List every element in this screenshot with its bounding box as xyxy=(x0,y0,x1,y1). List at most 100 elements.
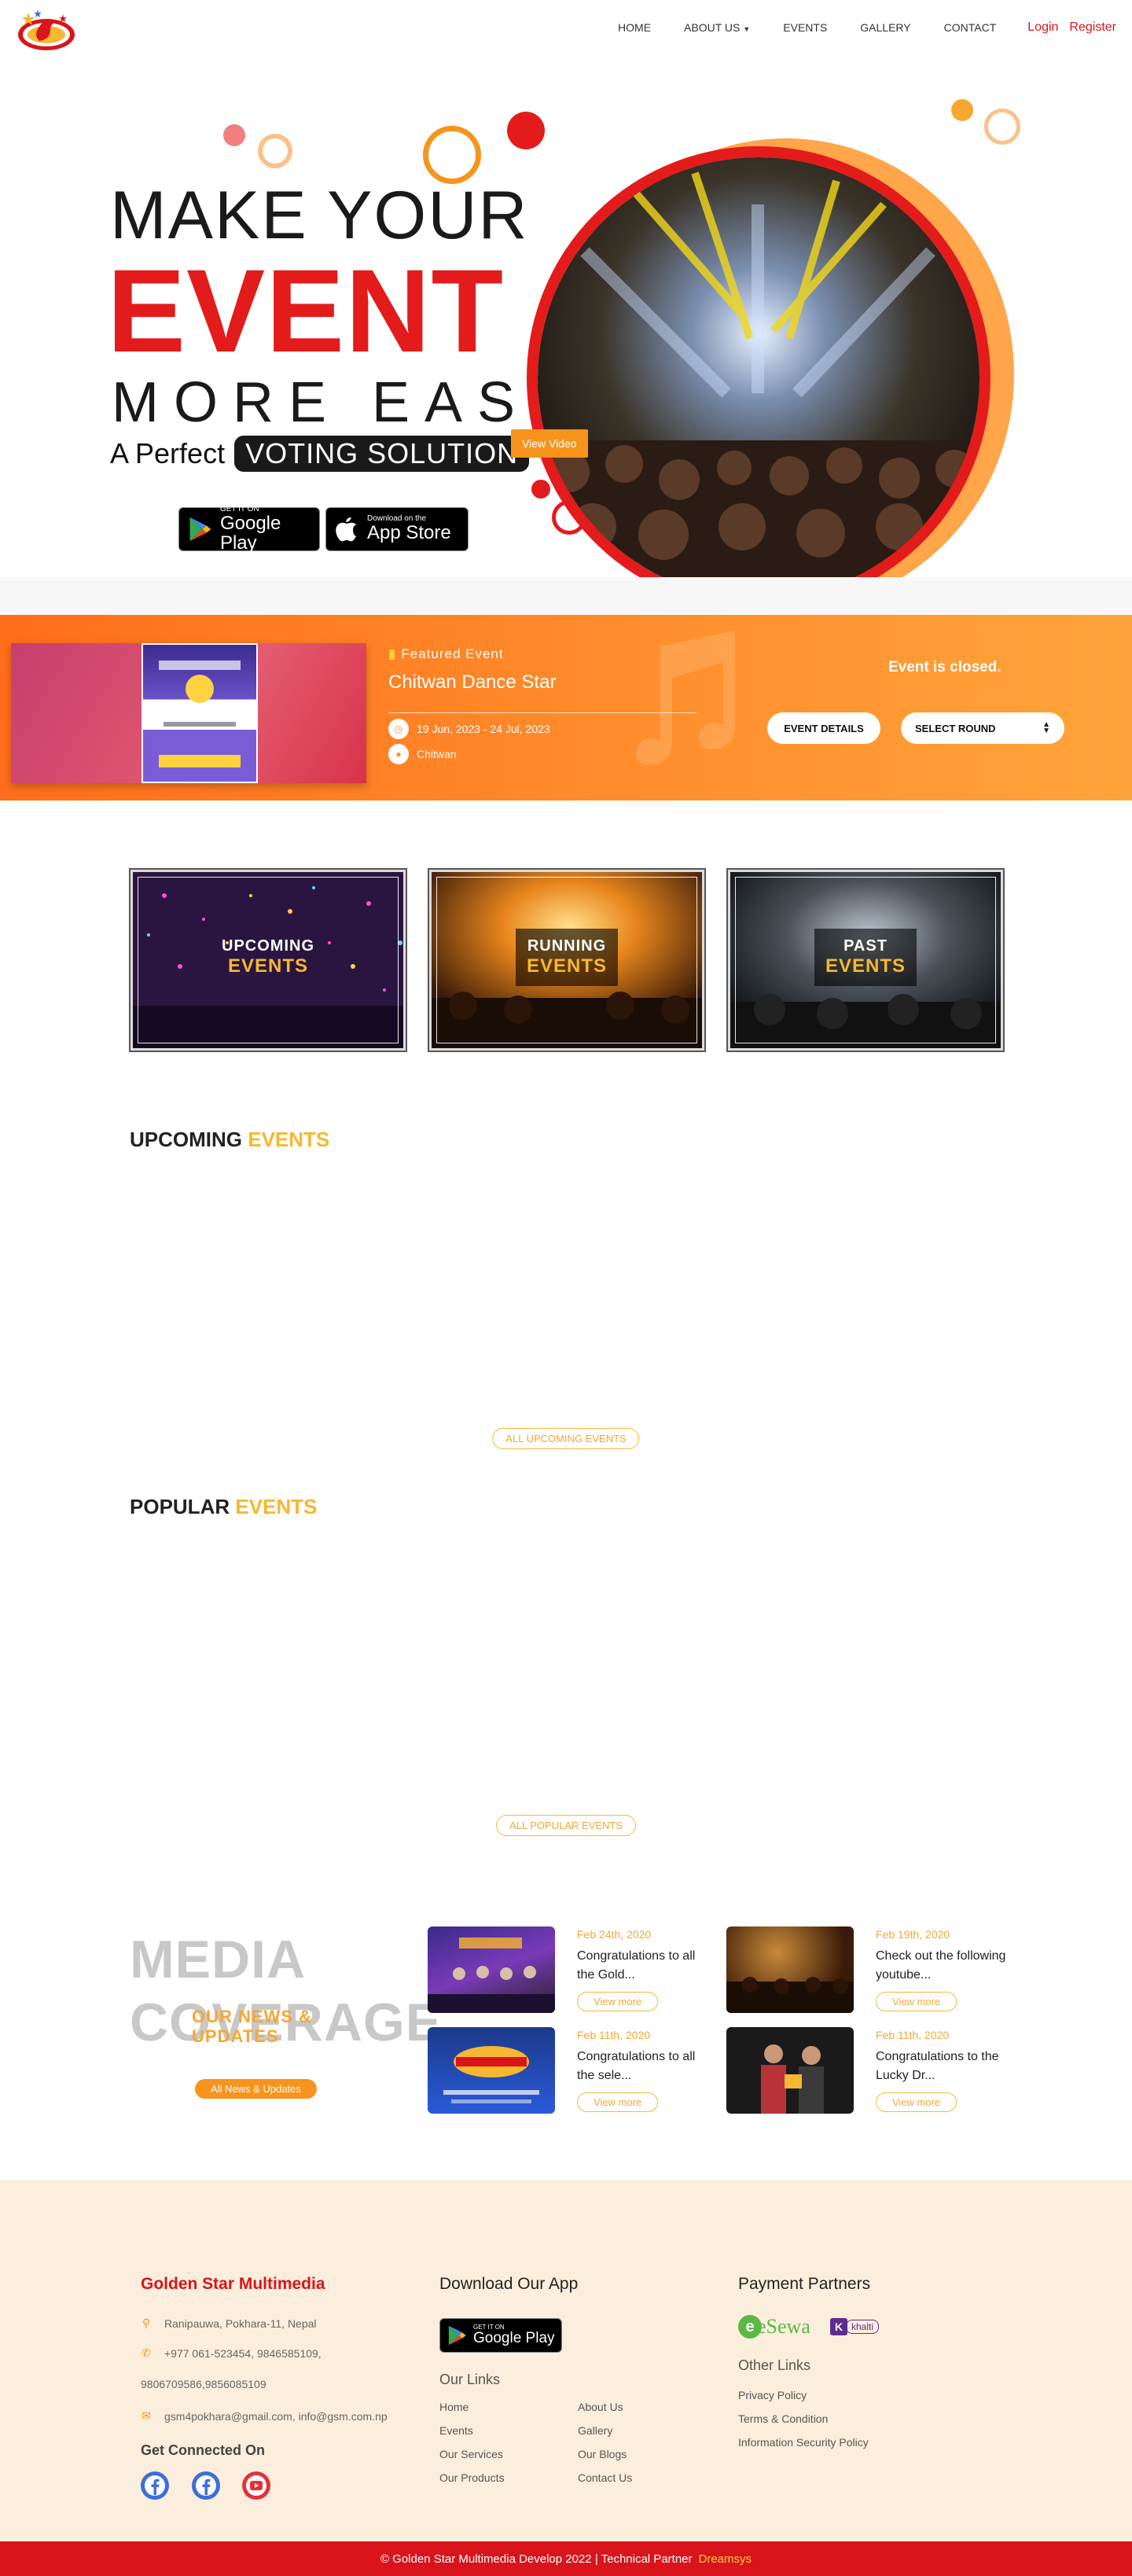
select-round-dropdown[interactable]: SELECT ROUND ▲ ▼ xyxy=(901,712,1064,744)
news-thumbnail[interactable] xyxy=(428,2027,555,2114)
news-thumbnail[interactable] xyxy=(726,2027,854,2114)
footer-google-play-button[interactable]: GET IT ON Google Play xyxy=(439,2318,562,2353)
footer-email-text[interactable]: gsm4pokhara@gmail.com, info@gsm.com.np xyxy=(164,2410,388,2423)
privacy-policy-link[interactable]: Privacy Policy xyxy=(738,2389,807,2401)
hero-voting-badge: VOTING SOLUTION xyxy=(234,436,530,472)
popular-title-a: POPULAR xyxy=(130,1495,230,1518)
decor-ring xyxy=(258,134,292,168)
card-line-2: EVENTS xyxy=(825,955,906,977)
hero-line-1: MAKE YOUR xyxy=(110,178,529,253)
footer-phone: ✆ +977 061-523454, 9846585109, xyxy=(141,2346,322,2360)
footer-company-name: Golden Star Multimedia xyxy=(141,2275,325,2293)
news-summary: Congratulations to all the Gold... xyxy=(577,1949,696,1982)
footer-phone-line-2: 9806709586,9856085109 xyxy=(141,2378,266,2390)
footer-link-gallery[interactable]: Gallery xyxy=(578,2424,612,2437)
view-more-button[interactable]: View more xyxy=(577,1992,659,2011)
all-upcoming-events-button[interactable]: ALL UPCOMING EVENTS xyxy=(492,1428,640,1449)
nav-about-us[interactable]: ABOUT US ▼ xyxy=(684,21,750,34)
phone-icon: ✆ xyxy=(142,2346,151,2359)
nav-home[interactable]: HOME xyxy=(618,21,651,34)
featured-event-banner: ▮ Featured Event Chitwan Dance Star ◷ 19 … xyxy=(0,615,1132,800)
youtube-glyph xyxy=(243,2472,270,2499)
google-play-icon xyxy=(448,2325,466,2346)
footer-link-contact[interactable]: Contact Us xyxy=(578,2471,632,2484)
login-link[interactable]: Login xyxy=(1027,20,1058,35)
news-heading-line-1: OUR NEWS & xyxy=(192,2007,312,2026)
security-policy-link[interactable]: Information Security Policy xyxy=(738,2436,869,2449)
news-thumbnail[interactable] xyxy=(428,1926,555,2013)
view-more-button[interactable]: View more xyxy=(876,2092,957,2112)
footer-phone-line-1: +977 061-523454, 9846585109, xyxy=(164,2346,322,2360)
footer-link-home[interactable]: Home xyxy=(439,2401,469,2413)
hero-tagline: A Perfect VOTING SOLUTION xyxy=(110,436,530,472)
hero-bottom-band xyxy=(0,577,1132,615)
past-card-label: PAST EVENTS xyxy=(814,929,917,986)
nav-gallery[interactable]: GALLERY xyxy=(860,21,910,34)
location-pin-icon: ● xyxy=(388,744,409,764)
khalti-wordmark: khalti xyxy=(846,2320,880,2334)
all-popular-events-button[interactable]: ALL POPULAR EVENTS xyxy=(495,1815,637,1836)
google-play-text: GET IT ON Google Play xyxy=(219,505,311,554)
news-date: Feb 11th, 2020 xyxy=(577,2029,651,2041)
nav-contact[interactable]: CONTACT xyxy=(944,21,997,34)
past-events-card[interactable]: PAST EVENTS xyxy=(728,870,1003,1051)
upcoming-section-title: UPCOMING EVENTS xyxy=(130,1128,329,1152)
nav-events[interactable]: EVENTS xyxy=(783,21,827,34)
khalti-logo[interactable]: K khalti xyxy=(830,2318,880,2335)
main-menu: HOME ABOUT US ▼ EVENTS GALLERY CONTACT Lo… xyxy=(585,20,1116,35)
google-play-button[interactable]: GET IT ON Google Play xyxy=(178,505,320,554)
view-more-button[interactable]: View more xyxy=(577,2092,659,2112)
popular-title-b: EVENTS xyxy=(235,1495,318,1518)
music-note-decor xyxy=(636,631,735,765)
featured-title: Chitwan Dance Star xyxy=(388,672,557,693)
featured-dates: ◷ 19 Jun, 2023 - 24 Jul, 2023 xyxy=(388,719,550,739)
footer-address-text: Ranipauwa, Pokhara-11, Nepal xyxy=(164,2317,317,2330)
footer-link-events[interactable]: Events xyxy=(439,2424,473,2437)
news-thumbnail[interactable] xyxy=(726,1926,854,2013)
register-link[interactable]: Register xyxy=(1069,20,1116,35)
event-details-label: EVENT DETAILS xyxy=(784,722,864,734)
upcoming-events-card[interactable]: UPCOMING EVENTS xyxy=(130,870,406,1051)
facebook-icon[interactable] xyxy=(141,2471,169,2500)
facebook-icon[interactable] xyxy=(192,2471,220,2500)
running-events-card[interactable]: RUNNING EVENTS xyxy=(429,870,704,1051)
footer-email: ✉ gsm4pokhara@gmail.com, info@gsm.com.np xyxy=(141,2409,388,2423)
caret-down-icon: ▼ xyxy=(743,25,751,33)
google-play-big: Google Play xyxy=(219,512,281,554)
card-line-2: EVENTS xyxy=(526,955,608,977)
golden-star-logo[interactable] xyxy=(16,6,77,52)
poster-artwork xyxy=(159,661,241,767)
card-line-1: PAST xyxy=(843,937,888,955)
footer-link-blogs[interactable]: Our Blogs xyxy=(578,2448,627,2460)
google-play-icon xyxy=(189,517,211,542)
footer-link-about[interactable]: About Us xyxy=(578,2401,623,2413)
footer-link-services[interactable]: Our Services xyxy=(439,2448,503,2460)
esewa-logo[interactable]: e eSewa xyxy=(738,2315,810,2339)
featured-event-image[interactable] xyxy=(11,643,366,783)
get-connected-heading: Get Connected On xyxy=(141,2442,266,2458)
news-date: Feb 19th, 2020 xyxy=(876,1928,950,1941)
event-details-button[interactable]: EVENT DETAILS xyxy=(767,712,880,744)
location-pin-icon: ⚲ xyxy=(142,2317,151,2329)
concert-image xyxy=(527,146,990,610)
terms-link[interactable]: Terms & Condition xyxy=(738,2412,828,2425)
khalti-mark-icon: K xyxy=(830,2318,847,2335)
footer-link-products[interactable]: Our Products xyxy=(439,2471,504,2484)
app-store-big: App Store xyxy=(367,522,451,544)
upcoming-title-b: EVENTS xyxy=(248,1128,330,1151)
esewa-wordmark: eSewa xyxy=(757,2315,810,2338)
news-summary: Check out the following youtube... xyxy=(876,1949,1006,1982)
featured-location-text: Chitwan xyxy=(417,748,457,760)
event-poster xyxy=(142,643,258,783)
view-video-button[interactable]: View Video xyxy=(511,429,588,458)
other-links-heading: Other Links xyxy=(738,2357,811,2373)
all-news-button[interactable]: All News & Updates xyxy=(195,2079,317,2099)
youtube-icon[interactable] xyxy=(242,2471,270,2500)
news-updates-heading: OUR NEWS & UPDATES xyxy=(192,2007,312,2047)
technical-partner-link[interactable]: Dreamsys xyxy=(699,2552,752,2566)
apple-icon xyxy=(336,517,356,542)
envelope-icon: ✉ xyxy=(142,2409,151,2422)
view-more-button[interactable]: View more xyxy=(876,1992,957,2011)
app-store-button[interactable]: Download on the App Store xyxy=(325,507,469,551)
hero-image-frame xyxy=(519,138,1014,618)
